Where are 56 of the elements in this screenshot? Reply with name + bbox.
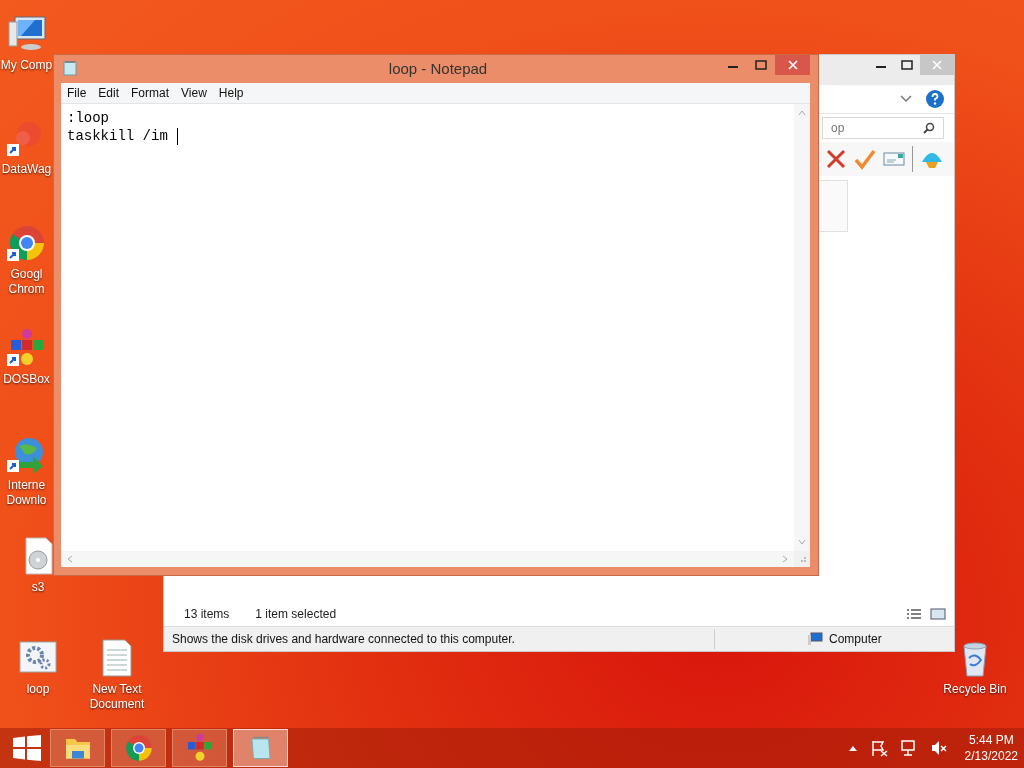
thumbnail-view-icon[interactable] [930,608,946,620]
status-text: Shows the disk drives and hardware connected to this computer. [172,632,516,646]
muted-speaker-icon[interactable] [929,739,948,757]
close-button[interactable] [775,55,810,75]
start-button[interactable] [13,735,41,761]
desktop-icon-label[interactable]: loop [26,682,50,697]
text-cursor [176,127,178,145]
desktop-icon-label[interactable]: DOSBox [3,372,50,387]
desktop-icon-label[interactable]: My Comp [0,58,53,73]
chrome-icon [123,733,154,763]
search-icon [923,122,935,134]
computer-icon [807,632,823,646]
scroll-up-icon[interactable] [798,110,806,116]
desktop-icon-label[interactable]: Interne Downlo [6,478,47,508]
menu-item[interactable]: Edit [92,86,126,100]
selection-count: 1 item selected [255,607,337,621]
taskbar-button[interactable] [172,729,227,767]
vertical-scrollbar[interactable] [794,104,810,551]
desktop-icon-label[interactable]: DataWag [1,162,52,177]
notepad-icon [62,60,78,76]
card-icon[interactable] [883,151,905,167]
text-line: taskkill /im [67,127,168,145]
cross-icon[interactable] [825,148,847,170]
text-line: :loop [67,109,109,127]
details-view-icon[interactable] [906,608,922,620]
horizontal-scrollbar[interactable] [61,551,794,567]
clock[interactable]: 5:44 PM 2/13/2022 [964,732,1018,764]
network-icon[interactable] [899,739,918,757]
location-label: Computer [829,632,882,646]
scroll-right-icon[interactable] [782,555,788,563]
desktop-icon-label[interactable]: Googl Chrom [8,267,45,297]
caret-up-icon[interactable] [847,744,858,752]
help-icon[interactable] [926,90,944,108]
chevron-down-icon[interactable] [900,95,912,103]
taskbar-button[interactable] [50,729,105,767]
menu-item[interactable]: Format [125,86,176,100]
search-field[interactable]: op [822,117,944,139]
desktop-icon-label[interactable]: s3 [31,580,45,595]
maximize-icon [901,60,913,70]
taskbar-button[interactable] [233,729,288,767]
content-panel [818,180,848,232]
menu-item[interactable]: File [61,86,93,100]
flag-icon[interactable] [869,739,888,757]
window-title: loop - Notepad [388,60,488,77]
maximize-icon [754,60,767,70]
close-icon [931,59,943,71]
checkmark-icon[interactable] [854,148,876,170]
menu-item[interactable]: Help [212,86,250,100]
desktop-icon-label[interactable]: New Text Document [89,682,145,712]
close-icon [786,59,799,71]
menu-item[interactable]: View [175,86,213,100]
item-count: 13 items [184,607,230,621]
taskbar-button[interactable] [111,729,166,767]
desktop-icon-label[interactable]: Recycle Bin [943,682,1007,697]
scroll-left-icon[interactable] [67,555,73,563]
scroll-down-icon[interactable] [798,539,806,545]
